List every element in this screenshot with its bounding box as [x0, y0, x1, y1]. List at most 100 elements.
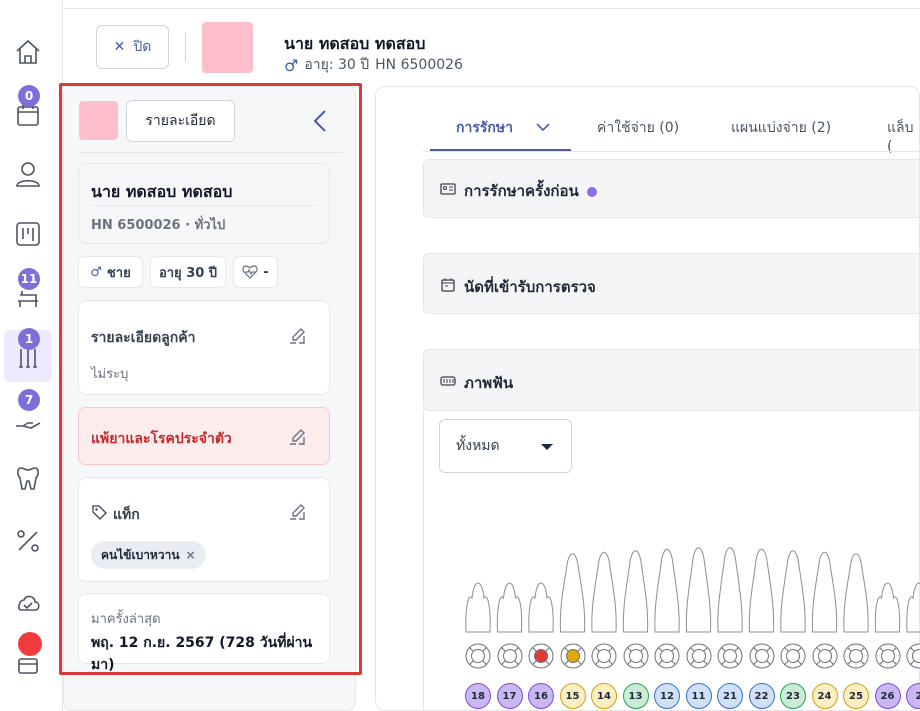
rail-item-cloud[interactable] [4, 576, 52, 628]
tag-label: คนไข้เบาหวาน [101, 547, 180, 562]
tab-expenses[interactable]: ค่าใช้จ่าย (0) [597, 117, 679, 139]
previous-treatment-section[interactable]: การรักษาครั้งก่อน [423, 159, 920, 218]
tooth-surface-icon [843, 643, 869, 669]
tooth-outline [811, 551, 838, 633]
tooth-surface-map[interactable] [780, 643, 806, 669]
dropdown-caret-icon [541, 444, 553, 450]
tooth-surface-icon [780, 643, 806, 669]
tooth-surface-map[interactable] [623, 643, 649, 669]
home-icon [16, 39, 40, 64]
close-icon: ✕ [113, 39, 126, 55]
tooth-number-badge[interactable]: 12 [654, 683, 680, 709]
edit-icon[interactable] [287, 326, 307, 346]
tooth-number-badge[interactable]: 17 [496, 683, 523, 709]
male-icon: ♂ [90, 264, 102, 280]
tooth-surface-map[interactable] [528, 643, 554, 669]
payment-badge: 7 [18, 389, 40, 411]
tooth-number-badge[interactable]: 11 [685, 683, 712, 709]
detail-button[interactable]: รายละเอียด [126, 100, 235, 142]
tooth-outline [717, 547, 743, 633]
allergy-title: แพ้ยาและโรคประจำตัว [91, 431, 232, 447]
customer-detail-value: ไม่ระบุ [91, 367, 129, 382]
tag-icon [92, 505, 107, 520]
tooth-outline [685, 547, 712, 633]
tooth-surface-map[interactable] [465, 643, 491, 669]
tooth-number-badge[interactable]: 16 [528, 683, 554, 709]
rail-item-board[interactable] [4, 208, 52, 260]
tooth-surface-icon [528, 643, 554, 669]
rail-item-discount[interactable] [4, 515, 52, 567]
tooth-number-badge[interactable]: 25 [843, 683, 869, 709]
tooth-surface-map[interactable] [591, 643, 617, 669]
tooth-number-badge[interactable]: 26 [874, 683, 901, 709]
heart-pulse-icon [242, 265, 258, 279]
cloud-check-icon [18, 595, 40, 611]
tooth-number-badge[interactable]: 21 [717, 683, 743, 709]
last-visit-card: มาครั้งล่าสุด พฤ. 12 ก.ย. 2567 (728 วันท… [78, 593, 330, 673]
status-dot [586, 186, 597, 197]
tooth-number-badge[interactable]: 18 [465, 683, 491, 709]
tab-lab[interactable]: แล็บ ( [887, 117, 920, 155]
tooth-surface-icon [686, 643, 711, 669]
remove-tag-icon[interactable]: × [186, 548, 196, 562]
tooth-outline [843, 553, 869, 633]
tooth-surface-icon [623, 643, 648, 669]
vital-value: - [263, 264, 269, 280]
tooth-number-badge[interactable]: 23 [780, 683, 806, 709]
tooth-outline [465, 582, 491, 633]
tag-pill[interactable]: คนไข้เบาหวาน × [91, 541, 206, 569]
tooth-surface-icon [465, 643, 491, 669]
teeth-icon [440, 376, 456, 386]
user-icon [16, 162, 40, 187]
edit-icon[interactable] [287, 502, 307, 522]
tooth-surface-map[interactable] [717, 643, 743, 669]
tooth-surface-map[interactable] [906, 643, 920, 669]
tooth-surface-icon [560, 643, 585, 669]
tooth-outline [528, 582, 554, 633]
tab-label: การรักษา [456, 120, 513, 136]
tooth-number-badge[interactable]: 24 [811, 683, 838, 709]
calendar-icon [441, 278, 455, 292]
notification-dot [18, 632, 42, 656]
gender-label: ชาย [106, 265, 131, 281]
rail-item-tooth[interactable] [4, 452, 52, 504]
dental-chart-section[interactable]: ภาพฟัน [423, 349, 920, 411]
tooth-surface-map[interactable] [875, 643, 901, 669]
tooth-surface-map[interactable] [749, 643, 775, 669]
tooth-number-badge[interactable]: 22 [748, 683, 775, 709]
tooth-number-badge[interactable]: 14 [591, 683, 617, 709]
tooth-surface-map[interactable] [560, 643, 586, 669]
tooth-surface-map[interactable] [497, 643, 523, 669]
appointments-section[interactable]: นัดที่เข้ารับการตรวจ [423, 253, 920, 314]
tooth-outline [654, 548, 680, 633]
tooth-filter-select[interactable]: ทั้งหมด [439, 419, 572, 473]
tooth-outline [748, 548, 775, 633]
previous-treatment-title: การรักษาครั้งก่อน [464, 179, 597, 203]
teeth-outline-drawing [465, 547, 920, 633]
header-divider [185, 32, 186, 62]
tooth-surface-icon [875, 643, 900, 669]
tab-treatment[interactable]: การรักษา [456, 117, 550, 139]
vital-chip[interactable]: - [233, 256, 278, 288]
filter-value: ทั้งหมด [456, 438, 500, 454]
tooth-number-badge[interactable]: 15 [559, 683, 586, 709]
tab-installment[interactable]: แผนแบ่งจ่าย (2) [731, 117, 831, 139]
panel-avatar [79, 101, 118, 140]
tooth-surface-icon [717, 643, 743, 669]
tooth-surface-map[interactable] [812, 643, 838, 669]
edit-icon[interactable] [287, 427, 307, 447]
tooth-surface-map[interactable] [843, 643, 869, 669]
tags-card: แท็ก คนไข้เบาหวาน × [78, 477, 330, 582]
board-icon [16, 222, 40, 246]
tooth-surface-map[interactable] [686, 643, 712, 669]
rail-item-patients[interactable] [4, 148, 52, 200]
close-button[interactable]: ✕ ปิด [96, 25, 169, 69]
dental-chart-title: ภาพฟัน [464, 374, 514, 392]
tooth-surface-map[interactable] [654, 643, 680, 669]
tags-title: แท็ก [113, 507, 140, 523]
tooth-surface-icon [749, 643, 774, 669]
tooth-number-badge[interactable]: 13 [622, 683, 649, 709]
rail-item-home[interactable] [4, 26, 52, 78]
customer-detail-card: รายละเอียดลูกค้า ไม่ระบุ [78, 300, 330, 395]
collapse-panel-button[interactable] [306, 106, 334, 136]
